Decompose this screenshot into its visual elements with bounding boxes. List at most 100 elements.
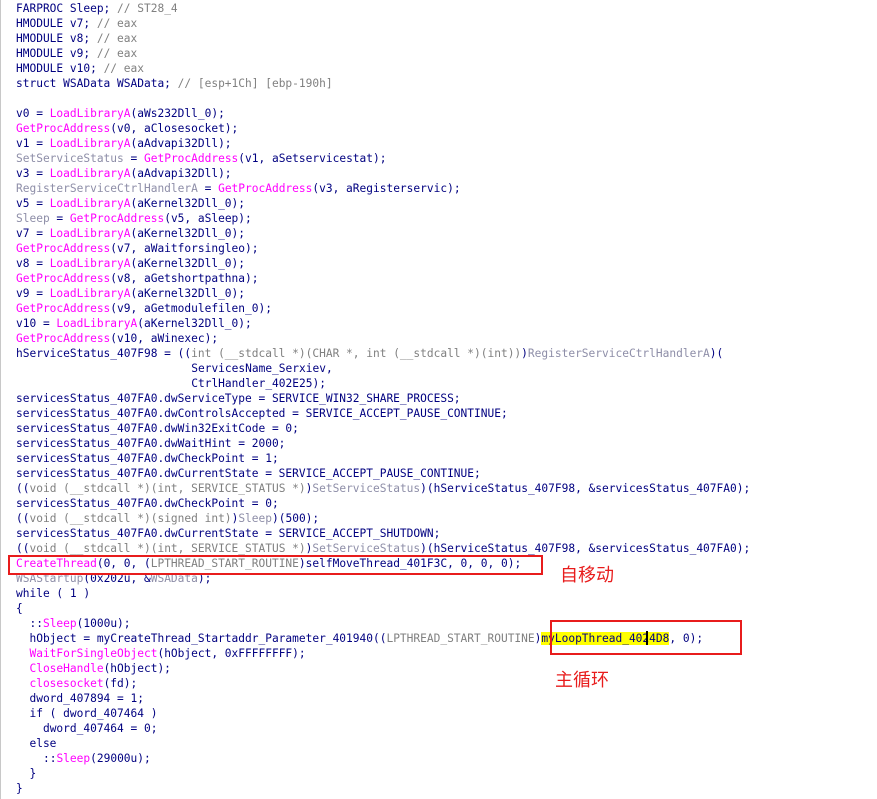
- code-token-api[interactable]: RegisterServiceCtrlHandlerA: [528, 347, 710, 360]
- text-cursor: [646, 631, 648, 645]
- code-token-cast: void (__stdcall *)(int, SERVICE_STATUS *…: [29, 482, 306, 495]
- code-token-text: (aKernel32Dll_0);: [137, 317, 252, 330]
- code-line[interactable]: GetProcAddress(v8, aGetshortpathna);: [16, 271, 258, 286]
- code-line[interactable]: v5 = LoadLibraryA(aKernel32Dll_0);: [16, 196, 245, 211]
- code-token-text: ServicesName_Serxiev,: [191, 362, 333, 375]
- code-line[interactable]: GetProcAddress(v7, aWaitforsingleo);: [16, 241, 258, 256]
- code-token-func[interactable]: closesocket: [29, 677, 103, 690]
- code-token-text: v9 =: [16, 287, 50, 300]
- code-line[interactable]: while ( 1 ): [16, 586, 90, 601]
- code-line[interactable]: CtrlHandler_402E25);: [191, 376, 326, 391]
- code-token-text: ::: [29, 617, 43, 630]
- code-line[interactable]: servicesStatus_407FA0.dwWaitHint = 2000;: [16, 436, 285, 451]
- code-token-text: v3 =: [16, 167, 50, 180]
- code-line[interactable]: v7 = LoadLibraryA(aKernel32Dll_0);: [16, 226, 245, 241]
- code-token-func[interactable]: GetProcAddress: [144, 152, 238, 165]
- code-token-func[interactable]: LoadLibraryA: [50, 167, 131, 180]
- code-line[interactable]: }: [16, 781, 23, 796]
- code-token-text: FARPROC Sleep;: [16, 2, 118, 15]
- code-line[interactable]: HMODULE v9; // eax: [16, 46, 137, 61]
- code-token-text: )(hServiceStatus_407F98, &servicesStatus…: [420, 482, 751, 495]
- code-line[interactable]: }: [29, 766, 36, 781]
- code-line[interactable]: struct WSAData WSAData; // [esp+1Ch] [eb…: [16, 76, 333, 91]
- code-line[interactable]: ((void (__stdcall *)(int, SERVICE_STATUS…: [16, 481, 750, 496]
- code-line[interactable]: HMODULE v7; // eax: [16, 16, 137, 31]
- code-token-func[interactable]: LoadLibraryA: [56, 317, 137, 330]
- code-token-api[interactable]: SetServiceStatus: [16, 152, 124, 165]
- code-token-cmt: // [esp+1Ch] [ebp-190h]: [177, 77, 333, 90]
- code-token-api[interactable]: SetServiceStatus: [312, 482, 420, 495]
- code-token-func[interactable]: Sleep: [56, 752, 90, 765]
- code-line[interactable]: Sleep = GetProcAddress(v5, aSleep);: [16, 211, 252, 226]
- code-line[interactable]: WaitForSingleObject(hObject, 0xFFFFFFFF)…: [29, 646, 305, 661]
- code-line[interactable]: ((void (__stdcall *)(int, SERVICE_STATUS…: [16, 541, 750, 556]
- code-line[interactable]: ServicesName_Serxiev,: [191, 361, 332, 376]
- code-token-func[interactable]: WaitForSingleObject: [29, 647, 157, 660]
- code-line[interactable]: SetServiceStatus = GetProcAddress(v1, aS…: [16, 151, 386, 166]
- code-token-text: (aWs232Dll_0);: [130, 107, 225, 120]
- code-line[interactable]: hServiceStatus_407F98 = ((int (__stdcall…: [16, 346, 723, 361]
- code-line[interactable]: dword_407464 = 0;: [43, 721, 158, 736]
- code-line[interactable]: else: [29, 736, 56, 751]
- code-line[interactable]: if ( dword_407464 ): [29, 706, 157, 721]
- code-line[interactable]: servicesStatus_407FA0.dwCheckPoint = 0;: [16, 496, 279, 511]
- code-token-text: ::: [42, 752, 57, 765]
- code-token-api[interactable]: RegisterServiceCtrlHandlerA: [16, 182, 198, 195]
- code-line[interactable]: closesocket(fd);: [29, 676, 137, 691]
- code-line[interactable]: ::Sleep(29000u);: [43, 751, 151, 766]
- code-line[interactable]: FARPROC Sleep; // ST28_4: [16, 1, 178, 16]
- code-token-func[interactable]: LoadLibraryA: [50, 257, 131, 270]
- code-token-func[interactable]: GetProcAddress: [16, 332, 110, 345]
- pseudocode-view[interactable]: FARPROC Sleep; // ST28_4 HMODULE v7; // e…: [0, 0, 877, 799]
- code-token-text: (v10, aWinexec);: [110, 332, 219, 345]
- code-line[interactable]: servicesStatus_407FA0.dwWin32ExitCode = …: [16, 421, 299, 436]
- code-line[interactable]: v10 = LoadLibraryA(aKernel32Dll_0);: [16, 316, 252, 331]
- code-line[interactable]: servicesStatus_407FA0.dwServiceType = SE…: [16, 391, 461, 406]
- code-token-text: (v9, aGetmodulefilen_0);: [110, 302, 272, 315]
- code-line[interactable]: CloseHandle(hObject);: [29, 661, 170, 676]
- code-token-func[interactable]: GetProcAddress: [218, 182, 312, 195]
- code-token-cast: LPTHREAD_START_ROUTINE: [386, 632, 535, 645]
- code-token-text: CtrlHandler_402E25);: [191, 377, 326, 390]
- code-token-func[interactable]: LoadLibraryA: [50, 137, 131, 150]
- code-line[interactable]: v9 = LoadLibraryA(aKernel32Dll_0);: [16, 286, 245, 301]
- code-line[interactable]: dword_407894 = 1;: [29, 691, 144, 706]
- code-token-func[interactable]: LoadLibraryA: [50, 107, 131, 120]
- code-token-text: (aAdvapi32Dll);: [130, 167, 232, 180]
- code-line[interactable]: servicesStatus_407FA0.dwControlsAccepted…: [16, 406, 508, 421]
- code-token-func[interactable]: LoadLibraryA: [50, 197, 131, 210]
- code-token-api[interactable]: SetServiceStatus: [312, 542, 420, 555]
- code-token-func[interactable]: GetProcAddress: [16, 272, 110, 285]
- code-token-func[interactable]: Sleep: [43, 617, 77, 630]
- code-token-func[interactable]: GetProcAddress: [16, 122, 110, 135]
- code-token-text: (aAdvapi32Dll);: [130, 137, 232, 150]
- code-token-text: while ( 1 ): [16, 587, 91, 600]
- code-token-text: ): [521, 347, 528, 360]
- code-token-api[interactable]: Sleep: [238, 512, 272, 525]
- code-line[interactable]: GetProcAddress(v9, aGetmodulefilen_0);: [16, 301, 272, 316]
- code-line[interactable]: servicesStatus_407FA0.dwCurrentState = S…: [16, 466, 481, 481]
- code-token-func[interactable]: GetProcAddress: [16, 302, 110, 315]
- code-line[interactable]: ((void (__stdcall *)(signed int))Sleep)(…: [16, 511, 319, 526]
- code-line[interactable]: HMODULE v10; // eax: [16, 61, 144, 76]
- code-token-func[interactable]: CloseHandle: [29, 662, 103, 675]
- code-line[interactable]: v0 = LoadLibraryA(aWs232Dll_0);: [16, 106, 225, 121]
- code-token-api[interactable]: Sleep: [16, 212, 50, 225]
- code-line[interactable]: ::Sleep(1000u);: [29, 616, 130, 631]
- code-token-text: =: [123, 152, 144, 165]
- code-token-func[interactable]: LoadLibraryA: [50, 287, 131, 300]
- code-token-func[interactable]: GetProcAddress: [70, 212, 164, 225]
- code-token-func[interactable]: GetProcAddress: [16, 242, 110, 255]
- code-line[interactable]: {: [16, 601, 23, 616]
- code-line[interactable]: GetProcAddress(v10, aWinexec);: [16, 331, 218, 346]
- code-line[interactable]: HMODULE v8; // eax: [16, 31, 137, 46]
- code-line[interactable]: v3 = LoadLibraryA(aAdvapi32Dll);: [16, 166, 232, 181]
- annotation-self-move: 自移动: [560, 565, 614, 586]
- code-line[interactable]: servicesStatus_407FA0.dwCheckPoint = 1;: [16, 451, 279, 466]
- code-line[interactable]: v8 = LoadLibraryA(aKernel32Dll_0);: [16, 256, 245, 271]
- code-line[interactable]: GetProcAddress(v0, aClosesocket);: [16, 121, 238, 136]
- code-line[interactable]: RegisterServiceCtrlHandlerA = GetProcAdd…: [16, 181, 461, 196]
- code-token-func[interactable]: LoadLibraryA: [50, 227, 131, 240]
- code-line[interactable]: v1 = LoadLibraryA(aAdvapi32Dll);: [16, 136, 232, 151]
- code-line[interactable]: servicesStatus_407FA0.dwCurrentState = S…: [16, 526, 440, 541]
